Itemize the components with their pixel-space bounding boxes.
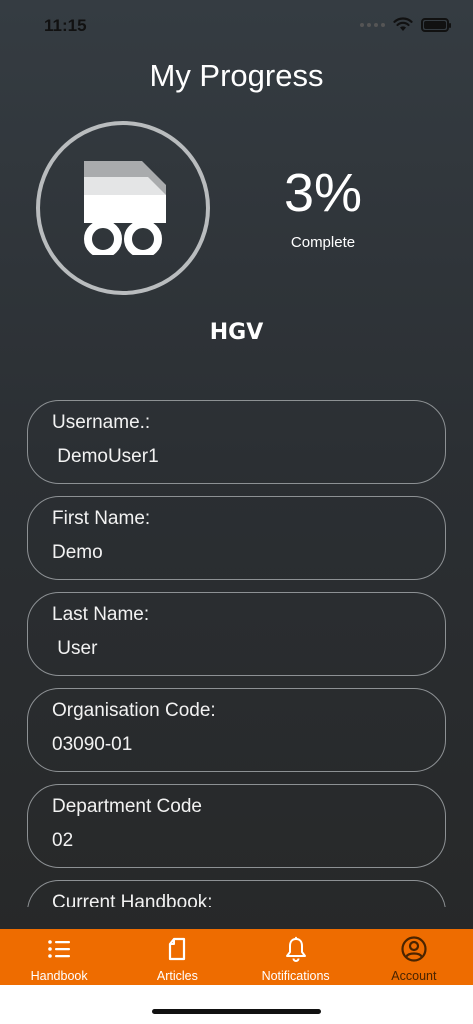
field-label: Last Name:	[52, 604, 150, 625]
tab-label: Notifications	[261, 969, 330, 983]
field-label: Department Code	[52, 796, 202, 817]
tab-articles[interactable]: Articles	[118, 929, 236, 985]
tab-label: Handbook	[30, 969, 88, 983]
tab-account[interactable]: Account	[355, 929, 473, 985]
current-handbook-field: Current Handbook:	[27, 880, 446, 907]
course-name: HGV	[209, 320, 264, 345]
truck-icon	[84, 161, 166, 255]
field-value: DemoUser1	[52, 446, 159, 467]
last-name-field: Last Name: User	[27, 592, 446, 676]
profile-fields[interactable]: Username.: DemoUser1 First Name: Demo La…	[27, 400, 446, 907]
department-code-field: Department Code 02	[27, 784, 446, 868]
document-icon	[169, 937, 186, 961]
tab-handbook[interactable]: Handbook	[0, 929, 118, 985]
list-icon	[48, 940, 71, 958]
progress-percent: 3%	[283, 163, 363, 223]
course-avatar	[36, 121, 210, 295]
profile-screen: 11:15 My Progress 3% Complete HGV Userna…	[0, 0, 473, 1024]
tab-label: Articles	[156, 969, 198, 983]
progress-caption: Complete	[290, 234, 356, 251]
organisation-code-field: Organisation Code: 03090-01	[27, 688, 446, 772]
home-indicator[interactable]	[152, 1009, 321, 1014]
page-title: My Progress	[149, 58, 324, 93]
wifi-icon	[393, 17, 413, 31]
tab-bar: Handbook Articles Notifications Account	[0, 929, 473, 985]
tab-label: Account	[391, 969, 437, 983]
tab-notifications[interactable]: Notifications	[237, 929, 355, 985]
field-value: 03090-01	[52, 734, 133, 755]
field-label: Username.:	[52, 412, 151, 433]
field-value: 02	[52, 830, 74, 851]
field-value: User	[52, 638, 98, 659]
field-label: Organisation Code:	[52, 700, 216, 721]
status-indicators	[360, 17, 451, 32]
field-label: First Name:	[52, 508, 151, 529]
field-value: Demo	[52, 542, 103, 563]
battery-icon	[421, 17, 451, 32]
username-field: Username.: DemoUser1	[27, 400, 446, 484]
bell-icon	[285, 936, 306, 962]
account-icon	[401, 936, 427, 962]
status-time: 11:15	[44, 16, 87, 35]
signal-icon	[360, 22, 385, 27]
status-bar: 11:15	[0, 0, 473, 52]
home-indicator-area	[0, 985, 473, 1024]
field-label: Current Handbook:	[52, 892, 213, 907]
first-name-field: First Name: Demo	[27, 496, 446, 580]
